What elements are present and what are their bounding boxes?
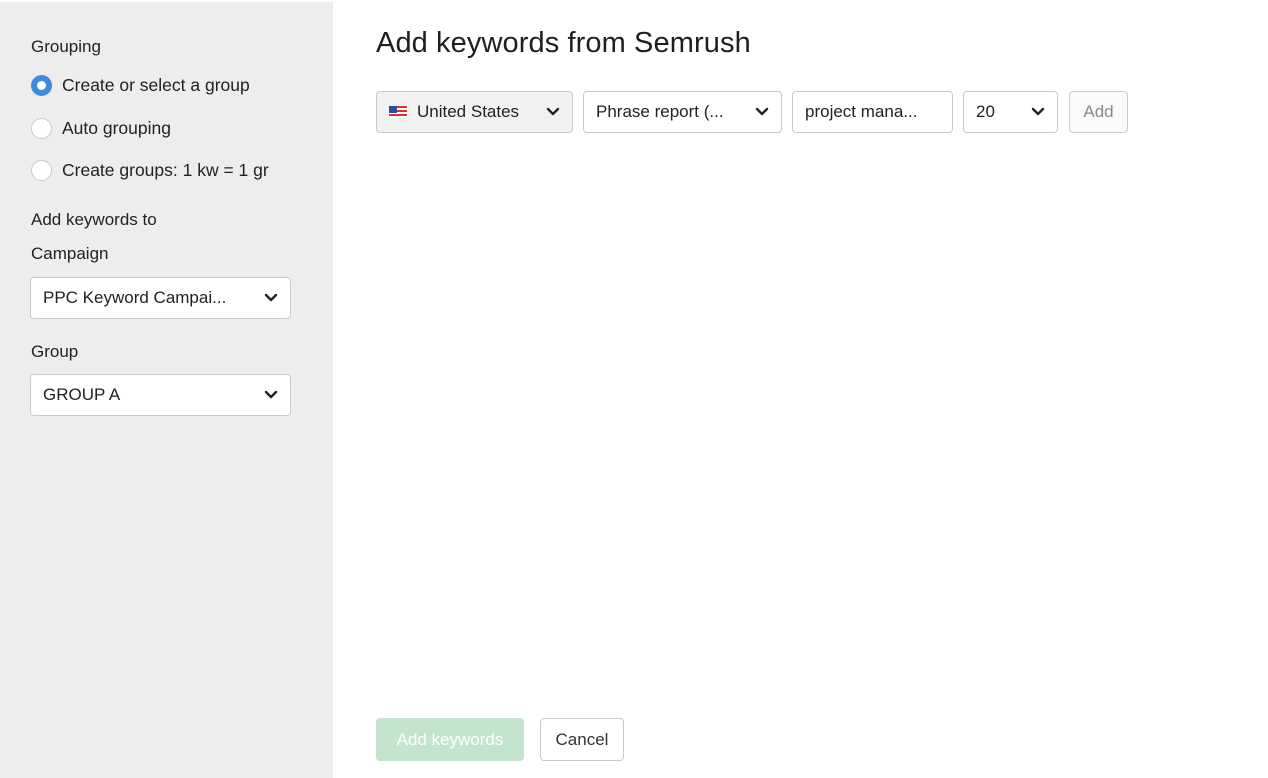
radio-one-kw-per-group[interactable]: Create groups: 1 kw = 1 gr	[31, 160, 269, 181]
page-title: Add keywords from Semrush	[376, 27, 751, 59]
cancel-button[interactable]: Cancel	[540, 718, 624, 761]
add-keywords-button[interactable]: Add keywords	[376, 718, 524, 761]
grouping-heading: Grouping	[31, 37, 101, 56]
country-select-value: United States	[417, 102, 520, 121]
add-keywords-to-heading: Add keywords to	[31, 210, 157, 229]
campaign-label: Campaign	[31, 244, 109, 263]
radio-label: Create or select a group	[62, 75, 250, 95]
add-button[interactable]: Add	[1069, 91, 1128, 133]
count-select-value: 20	[976, 102, 995, 121]
group-label: Group	[31, 342, 79, 361]
chevron-down-icon	[1031, 107, 1045, 116]
radio-button[interactable]	[31, 118, 52, 139]
radio-label: Create groups: 1 kw = 1 gr	[62, 160, 269, 180]
radio-auto-grouping[interactable]: Auto grouping	[31, 118, 171, 139]
chevron-down-icon	[264, 390, 278, 399]
radio-button[interactable]	[31, 160, 52, 181]
campaign-select[interactable]: PPC Keyword Campai...	[30, 277, 291, 319]
keyword-input[interactable]: project mana...	[792, 91, 953, 133]
radio-label: Auto grouping	[62, 118, 171, 138]
country-select[interactable]: United States	[376, 91, 573, 133]
chevron-down-icon	[264, 293, 278, 302]
us-flag-icon	[389, 106, 407, 118]
count-select[interactable]: 20	[963, 91, 1058, 133]
group-select-value: GROUP A	[43, 385, 121, 404]
chevron-down-icon	[755, 107, 769, 116]
keyword-input-value: project mana...	[805, 102, 918, 121]
report-type-value: Phrase report (...	[596, 102, 724, 121]
radio-button-checked[interactable]	[31, 75, 52, 96]
sidebar: Grouping Create or select a group Auto g…	[0, 0, 333, 778]
chevron-down-icon	[546, 107, 560, 116]
campaign-select-value: PPC Keyword Campai...	[43, 288, 227, 307]
report-type-select[interactable]: Phrase report (...	[583, 91, 782, 133]
radio-create-or-select-group[interactable]: Create or select a group	[31, 75, 250, 96]
group-select[interactable]: GROUP A	[30, 374, 291, 416]
